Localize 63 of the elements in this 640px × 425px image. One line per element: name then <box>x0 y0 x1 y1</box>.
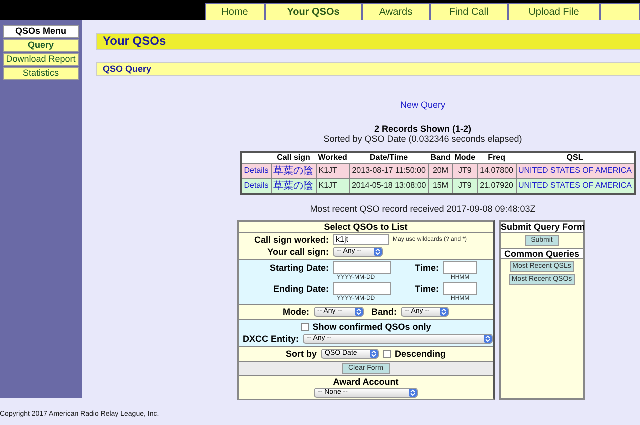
section-title: QSO Query <box>96 62 640 76</box>
panel-title: Submit Query Form <box>501 222 583 232</box>
sidebar-title: QSOs Menu <box>3 25 79 38</box>
field-label: Band: <box>372 306 397 316</box>
column-header: Worked <box>316 152 350 163</box>
table-cell: 20M <box>428 163 453 178</box>
records-summary: 2 Records Shown (1-2) <box>374 124 472 134</box>
input-field[interactable]: k1jt <box>333 234 389 245</box>
recent-note: Most recent QSO record received 2017-09-08 09:48:03Z <box>310 204 536 214</box>
table-link[interactable]: UNITED STATES OF AMERICA <box>516 163 635 178</box>
checkbox[interactable] <box>383 350 391 358</box>
panel-title: Common Queries <box>501 248 583 258</box>
table-cell: 2014-05-18 13:08:00 <box>349 178 429 194</box>
date-field[interactable] <box>333 261 391 274</box>
dropdown-arrow-icon <box>354 308 362 316</box>
field-label: Ending Date: <box>272 284 329 294</box>
field-label: Starting Date: <box>268 262 329 272</box>
table-cell: 2013-08-17 11:50:00 <box>349 163 429 178</box>
field-label: Call sign worked: <box>253 234 329 244</box>
table-cell: K1JT <box>316 163 350 178</box>
field-label: Award Account <box>333 376 399 386</box>
dropdown-arrow-icon <box>374 248 382 256</box>
table-link[interactable]: 草葉の陰 <box>271 163 316 178</box>
sidebar-item[interactable]: Download Report <box>3 53 79 66</box>
time-field[interactable] <box>443 282 477 295</box>
sidebar-item[interactable]: Query <box>3 39 79 52</box>
table-cell: JT9 <box>452 163 478 178</box>
nav-tab[interactable] <box>600 3 640 20</box>
column-header: Date/Time <box>349 152 429 163</box>
field-label: Sort by <box>286 348 317 358</box>
field-label: Your call sign: <box>266 246 329 256</box>
checkbox-label: Show confirmed QSOs only <box>312 322 432 332</box>
field-label: Time: <box>414 284 439 294</box>
field-label: DXCC Entity: <box>243 334 299 344</box>
checkbox[interactable] <box>300 322 309 330</box>
date-field[interactable] <box>333 282 391 295</box>
dropdown-arrow-icon <box>370 350 378 358</box>
nav-tab[interactable]: Find Call <box>430 3 508 20</box>
dropdown-arrow-icon <box>484 334 492 342</box>
sidebar-item[interactable]: Statistics <box>3 67 79 80</box>
table-link[interactable]: Details <box>241 163 272 178</box>
nav-tab[interactable]: Home <box>205 3 265 20</box>
checkbox-label: Descending <box>395 348 446 358</box>
column-header: QSL <box>516 152 635 163</box>
time-field[interactable] <box>443 261 477 274</box>
dropdown-arrow-icon <box>440 308 448 316</box>
column-header: Freq <box>478 152 516 163</box>
column-header: Band <box>428 152 453 163</box>
table-cell: 21.07920 <box>478 178 516 194</box>
column-header: Mode <box>452 152 478 163</box>
field-label: Time: <box>414 262 439 272</box>
sort-note: Sorted by QSO Date (0.032346 seconds elapsed) <box>324 134 522 144</box>
table-cell: 14.07800 <box>478 163 516 178</box>
column-header: Call sign <box>271 152 316 163</box>
new-query-link[interactable]: New Query <box>400 100 446 110</box>
field-label: Mode: <box>283 306 310 316</box>
nav-tab[interactable]: Upload File <box>508 3 600 20</box>
table-cell: K1JT <box>316 178 350 194</box>
dropdown-arrow-icon <box>409 388 417 396</box>
table-link[interactable]: 草葉の陰 <box>271 178 316 194</box>
nav-tab[interactable]: Awards <box>362 3 430 20</box>
page-title: Your QSOs <box>96 33 640 50</box>
nav-tab[interactable]: Your QSOs <box>265 3 362 20</box>
